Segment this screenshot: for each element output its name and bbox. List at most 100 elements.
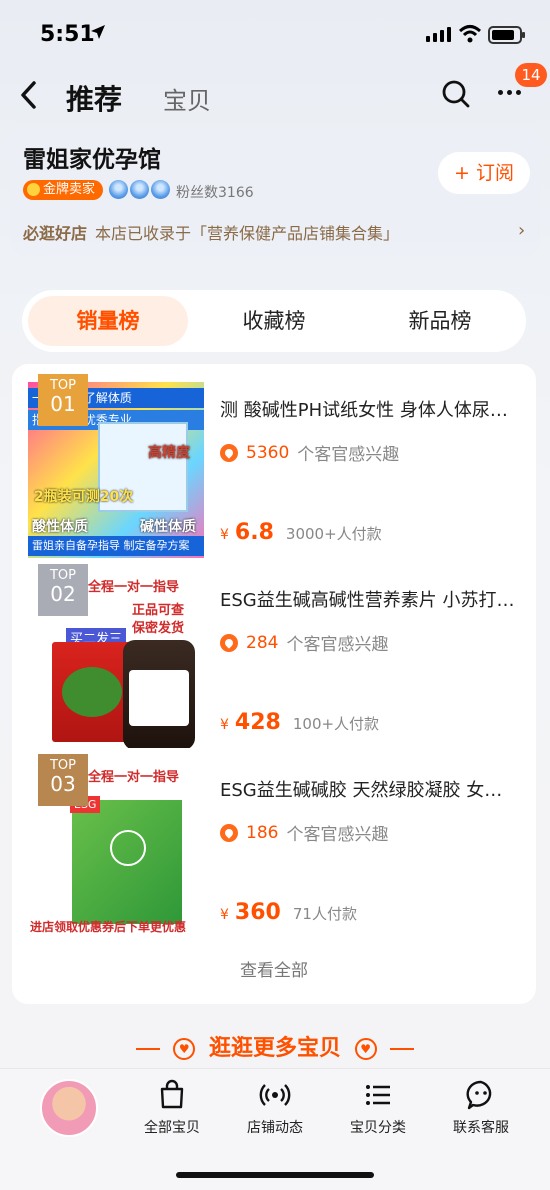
sold-count: 3000+人付款: [285, 525, 382, 543]
strip-tag: 必逛好店: [23, 224, 88, 243]
plus-icon: +: [454, 162, 470, 184]
product-box-image: [52, 642, 132, 742]
thumb-text: 保密发货: [132, 621, 185, 636]
sold-count: 71人付款: [292, 905, 357, 923]
divider-line: [135, 1048, 160, 1050]
interest-row: 5360 个客官感兴趣: [220, 440, 399, 465]
interest-text: 个客官感兴趣: [297, 445, 400, 465]
currency-symbol: ¥: [220, 527, 229, 543]
currency-symbol: ¥: [220, 717, 229, 733]
view-all-link[interactable]: 查看全部: [12, 956, 536, 981]
status-time: 5:51: [40, 22, 95, 47]
crown-icon: [130, 180, 149, 199]
chevron-right-icon[interactable]: ›: [518, 220, 525, 241]
product-title[interactable]: ESG益生碱高碱性营养素片 小苏打备孕调理: [220, 586, 520, 612]
interest-text: 个客官感兴趣: [286, 635, 389, 655]
tab-recommend[interactable]: 推荐: [66, 78, 122, 118]
shop-collection-strip[interactable]: 必逛好店 本店已收录于「营养保健产品店铺集合集」: [23, 220, 399, 244]
location-arrow-icon: [90, 24, 106, 45]
subscribe-button[interactable]: + 订阅: [438, 152, 530, 194]
bottom-tab-shop-feed[interactable]: 店铺动态: [235, 1079, 315, 1137]
heart-icon: ♥: [354, 1038, 377, 1060]
thumb-text: 进店领取优惠券后下单更优惠: [30, 920, 187, 934]
gold-seller-badge: 金牌卖家: [23, 180, 104, 200]
message-count-badge: 14: [515, 63, 547, 87]
back-icon[interactable]: [18, 78, 40, 116]
product-pack-image: [70, 796, 182, 924]
rank-tabs: 销量榜 收藏榜 新品榜: [22, 290, 526, 352]
more-icon[interactable]: [498, 90, 521, 95]
bottom-tab-label: 宝贝分类: [350, 1120, 406, 1136]
product-item[interactable]: 全程一对一指导 买二发三 正品可查 保密发货 TOP 02 ESG益生碱高碱性营…: [12, 554, 536, 748]
thumb-text: 全程一对一指导: [88, 580, 180, 595]
bottom-tab-all-items[interactable]: 全部宝贝: [132, 1079, 212, 1137]
shop-name[interactable]: 雷姐家优孕馆: [23, 140, 161, 174]
thumb-text: 酸性体质: [32, 519, 88, 535]
broadcast-icon: [259, 1084, 291, 1106]
rank-badge: TOP 02: [38, 564, 88, 616]
heart-icon: ♥: [173, 1038, 196, 1060]
interest-text: 个客官感兴趣: [286, 825, 389, 845]
thumb-text: 正品可查: [132, 603, 185, 618]
product-title[interactable]: 测 酸碱性PH试纸女性 身体人体尿液检测备孕: [220, 396, 520, 422]
more-products-title: 逛逛更多宝贝: [208, 1036, 341, 1061]
fans-count: 粉丝数3166: [176, 185, 254, 201]
chat-icon: [466, 1080, 492, 1110]
bottom-tab-label: 店铺动态: [247, 1120, 303, 1136]
tab-new-rank[interactable]: 新品榜: [360, 296, 520, 346]
price-row: ¥ 428 100+人付款: [220, 710, 379, 735]
thumb-text: 正品可查 保密发货: [132, 602, 184, 638]
product-price: 360: [234, 900, 281, 925]
bottom-tab-customer-service[interactable]: 联系客服: [441, 1079, 521, 1137]
fire-icon: [220, 443, 238, 462]
thumb-text: 2瓶装可测20次: [34, 489, 134, 505]
thumb-text: 全程一对一指导: [88, 770, 180, 785]
fire-icon: [220, 633, 238, 652]
interest-count: 284: [246, 632, 279, 653]
product-price: 428: [234, 710, 281, 735]
shop-header-card: 雷姐家优孕馆 金牌卖家 粉丝数3166 + 订阅 必逛好店 本店已收录于「营养保健…: [10, 126, 540, 256]
crown-icon: [151, 180, 170, 199]
rank-label: TOP: [49, 378, 76, 393]
bottom-tab-label: 联系客服: [453, 1120, 509, 1136]
bag-icon: [160, 1079, 184, 1109]
subscribe-label: 订阅: [475, 162, 514, 184]
thumb-text: 碱性体质: [140, 519, 196, 535]
rank-number: 01: [50, 392, 76, 416]
search-icon[interactable]: [440, 78, 472, 114]
thumb-text: 雷姐亲自备孕指导 制定备孕方案: [28, 536, 204, 556]
cellular-signal-icon: [426, 27, 451, 42]
bottom-tab-label: 全部宝贝: [144, 1120, 200, 1136]
rank-number: 02: [50, 582, 76, 606]
battery-icon: [488, 26, 525, 44]
tab-items[interactable]: 宝贝: [163, 81, 211, 116]
rank-label: TOP: [49, 568, 76, 583]
product-item[interactable]: 一测 轻松了解体质 指导老师 优秀专业 高精度 2瓶装可测20次 酸性体质 碱性…: [12, 364, 536, 558]
product-jar-image: [123, 640, 195, 748]
rank-badge: TOP 03: [38, 754, 88, 806]
strip-text: 本店已收录于「营养保健产品店铺集合集」: [95, 224, 400, 243]
status-bar: 5:51: [0, 0, 550, 68]
currency-symbol: ¥: [220, 907, 229, 923]
shop-level-crowns: [109, 180, 170, 199]
thumb-text: 高精度: [148, 445, 190, 461]
product-rank-list: 一测 轻松了解体质 指导老师 优秀专业 高精度 2瓶装可测20次 酸性体质 碱性…: [12, 364, 536, 1004]
shop-avatar[interactable]: [40, 1079, 98, 1137]
top-nav: 推荐 宝贝 14: [0, 63, 550, 124]
tab-sales-rank[interactable]: 销量榜: [28, 296, 188, 346]
divider-line: [390, 1048, 415, 1050]
rank-badge: TOP 01: [38, 374, 88, 426]
product-title[interactable]: ESG益生碱碱胶 天然绿胶凝胶 女性备孕: [220, 776, 520, 802]
product-price: 6.8: [234, 520, 274, 545]
product-item[interactable]: 全程一对一指导 进店领取优惠券后下单更优惠 TOP 03 ESG益生碱碱胶 天然…: [12, 744, 536, 938]
crown-icon: [109, 180, 128, 199]
bottom-tab-categories[interactable]: 宝贝分类: [338, 1079, 418, 1137]
wifi-icon: [458, 24, 482, 48]
home-indicator[interactable]: [176, 1172, 374, 1178]
tab-favorites-rank[interactable]: 收藏榜: [194, 296, 354, 346]
price-row: ¥ 360 71人付款: [220, 900, 357, 925]
interest-count: 5360: [246, 442, 290, 463]
interest-row: 186 个客官感兴趣: [220, 820, 388, 845]
rank-label: TOP: [49, 758, 76, 773]
interest-row: 284 个客官感兴趣: [220, 630, 388, 655]
